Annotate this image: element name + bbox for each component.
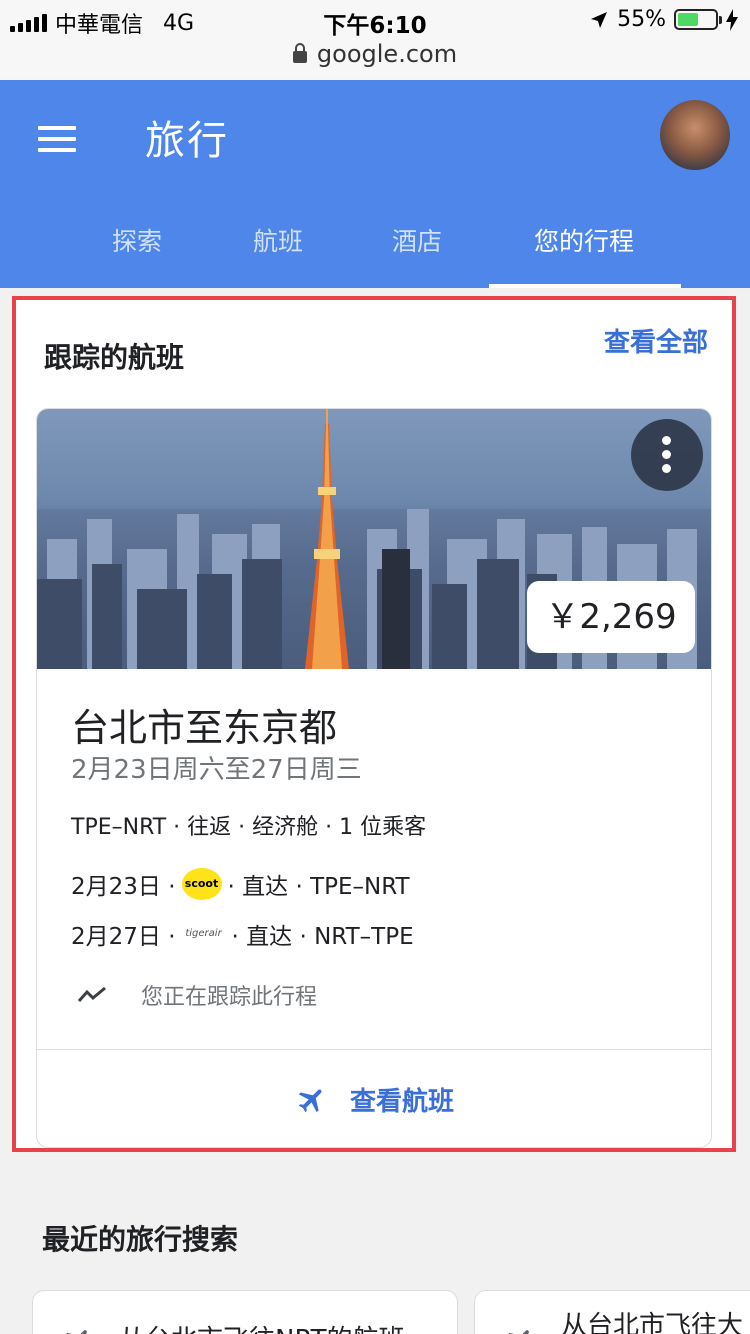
tracking-text: 您正在跟踪此行程 (141, 985, 318, 1010)
more-vert-icon (662, 436, 671, 445)
section-title-recent-searches: 最近的旅行搜索 (42, 1223, 239, 1256)
url-text: google.com (316, 40, 458, 68)
app-title: 旅行 (145, 118, 229, 164)
more-options-button[interactable] (631, 419, 703, 491)
location-arrow-icon (591, 11, 608, 28)
tracked-flights-section: 跟踪的航班 查看全部 ￥2,269 台北市至东京都 2月23日周六至27日周三 … (12, 296, 736, 1152)
view-all-link[interactable]: 查看全部 (604, 322, 708, 359)
airplane-icon (298, 1089, 322, 1112)
recent-search-card[interactable]: 从台北市飞往大 (474, 1290, 750, 1334)
trip-dates: 2月23日周六至27日周三 (71, 755, 362, 785)
tab-hotels[interactable]: 酒店 (392, 222, 442, 258)
leg-date: 2月27日 · (71, 924, 176, 950)
app-header: 旅行 探索 航班 酒店 您的行程 (0, 80, 750, 288)
airplane-icon (507, 1330, 529, 1334)
leg-date: 2月23日 · (71, 874, 176, 900)
tracking-status: 您正在跟踪此行程 (77, 979, 317, 1011)
recent-search-card[interactable]: 从台北市飞往NRT的航班 (32, 1290, 458, 1334)
view-flights-label: 查看航班 (349, 1087, 454, 1117)
flight-leg-outbound: 2月23日 · scoot · 直达 · TPE–NRT (71, 867, 410, 901)
lock-icon (292, 43, 307, 63)
trip-title: 台北市至东京都 (71, 706, 338, 750)
view-flights-button[interactable]: 查看航班 (37, 1050, 711, 1147)
menu-icon (38, 126, 76, 130)
tab-your-trips[interactable]: 您的行程 (534, 222, 634, 258)
tab-flights[interactable]: 航班 (253, 222, 303, 258)
leg-detail: · 直达 · TPE–NRT (227, 874, 410, 900)
destination-image: ￥2,269 (37, 409, 711, 669)
avatar[interactable] (660, 100, 730, 170)
section-title-tracked-flights: 跟踪的航班 (44, 341, 185, 374)
leg-detail: · 直达 · NRT–TPE (231, 924, 414, 950)
recent-search-label: 从台北市飞往NRT的航班 (119, 1319, 405, 1334)
flight-leg-return: 2月27日 · tigerair · 直达 · NRT–TPE (71, 917, 414, 951)
url-bar[interactable]: google.com (0, 40, 750, 80)
airline-logo-scoot: scoot (181, 868, 222, 900)
battery-percent: 55% (617, 7, 666, 32)
airplane-icon (65, 1330, 87, 1334)
trip-card[interactable]: ￥2,269 台北市至东京都 2月23日周六至27日周三 TPE–NRT · 往… (36, 408, 712, 1148)
recent-search-label: 从台北市飞往大 (561, 1311, 744, 1334)
trip-summary: TPE–NRT · 往返 · 经济舱 · 1 位乘客 (71, 815, 427, 840)
tab-bar: 探索 航班 酒店 您的行程 (0, 210, 750, 288)
price-badge: ￥2,269 (527, 581, 695, 653)
menu-button[interactable] (38, 126, 76, 152)
airline-logo-tigerair: tigerair (185, 928, 222, 939)
tab-explore[interactable]: 探索 (112, 222, 162, 258)
battery-icon (674, 9, 722, 30)
status-bar: 中華電信 4G 下午6:10 55% (0, 0, 750, 40)
trending-icon (77, 986, 106, 1002)
charging-icon (726, 8, 738, 31)
active-tab-indicator (489, 284, 681, 288)
